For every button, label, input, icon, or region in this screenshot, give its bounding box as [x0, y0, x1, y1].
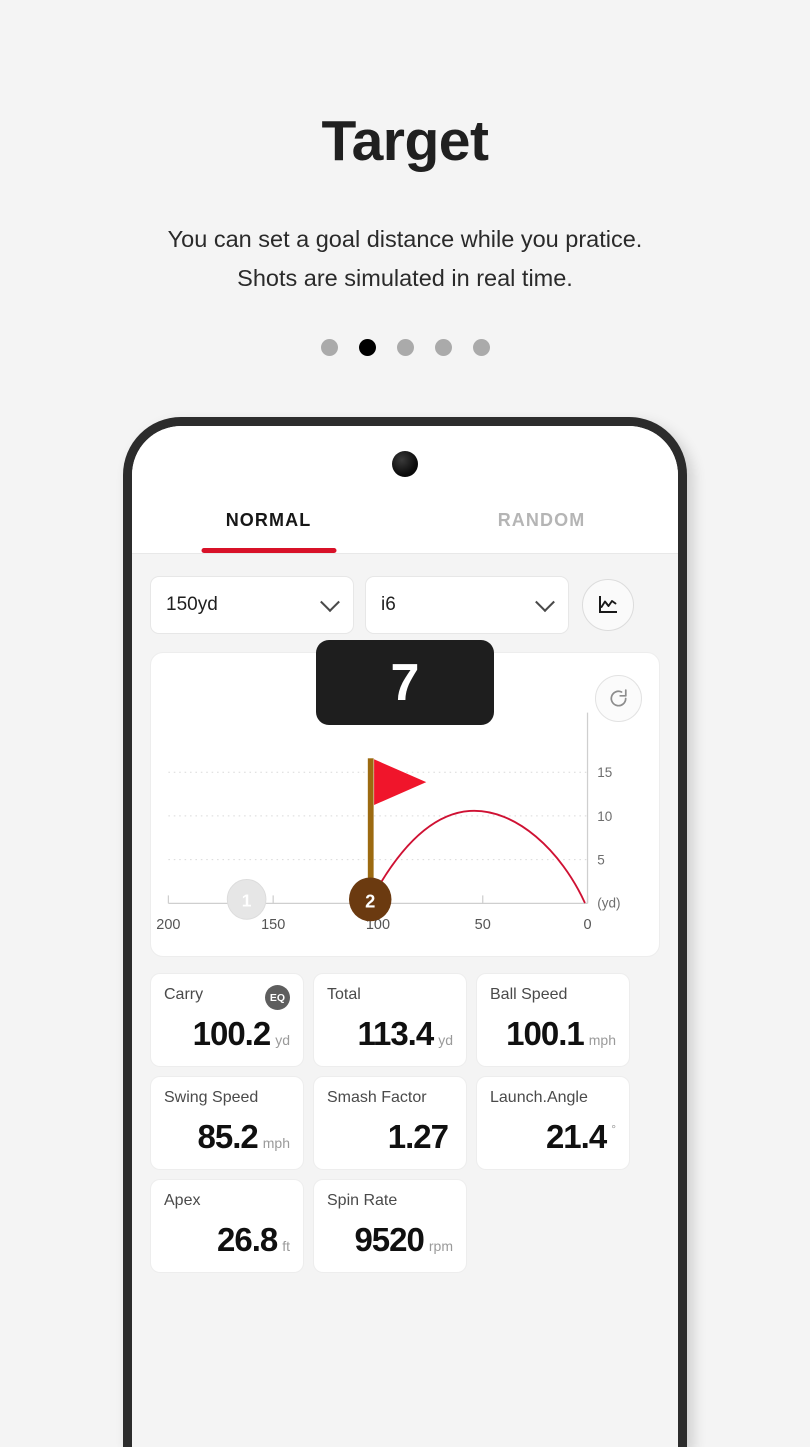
stat-card-launch-angle[interactable]: Launch.Angle 21.4 ° — [476, 1076, 630, 1170]
tab-bar: NORMAL RANDOM — [132, 488, 678, 554]
y-tick-label-10: 10 — [597, 809, 612, 824]
x-axis-unit-label: (yd) — [597, 895, 620, 910]
stat-card-apex[interactable]: Apex 26.8 ft — [150, 1179, 304, 1273]
stat-value-row: 100.2 yd — [193, 1015, 290, 1053]
shot-number-badge: 7 — [316, 640, 494, 725]
pagination-dot-4[interactable] — [434, 338, 452, 356]
x-tick-label-150: 150 — [261, 917, 285, 933]
phone-mockup: NORMAL RANDOM 150yd i6 7 15 10 5 (yd) 20… — [123, 417, 687, 1447]
stat-unit: yd — [275, 1032, 290, 1048]
chevron-down-icon — [320, 592, 340, 613]
stat-card-carry[interactable]: Carry EQ 100.2 yd — [150, 973, 304, 1067]
distance-select[interactable]: 150yd — [150, 576, 354, 634]
x-tick-label-0: 0 — [584, 917, 592, 933]
stat-unit: ° — [611, 1122, 616, 1136]
promo-subtitle-line-2: Shots are simulated in real time. — [237, 265, 573, 292]
front-camera-icon — [392, 451, 418, 477]
club-select-value: i6 — [381, 594, 396, 615]
stat-unit: mph — [588, 1032, 616, 1048]
pagination-dot-2[interactable] — [358, 338, 376, 356]
stat-value: 21.4 — [545, 1118, 607, 1155]
stat-card-ball-speed[interactable]: Ball Speed 100.1 mph — [476, 973, 630, 1067]
trajectory-line — [370, 810, 586, 904]
stat-label: Total — [327, 986, 361, 1003]
tab-normal[interactable]: NORMAL — [132, 488, 405, 553]
stats-grid: Carry EQ 100.2 yd Total 113.4 yd Ball Sp… — [132, 957, 678, 1273]
stat-value: 26.8 — [216, 1221, 278, 1258]
status-bar — [132, 426, 678, 488]
stat-value-row: 21.4 ° — [546, 1118, 616, 1156]
stat-unit: ft — [282, 1238, 290, 1254]
stat-value-row: 85.2 mph — [198, 1118, 290, 1156]
promo-subtitle: You can set a goal distance while you pr… — [0, 220, 810, 299]
stat-card-smash-factor[interactable]: Smash Factor 1.27 — [313, 1076, 467, 1170]
stat-unit: mph — [262, 1135, 290, 1151]
line-chart-icon — [599, 596, 617, 613]
stat-label: Swing Speed — [164, 1089, 259, 1106]
promo-header: Target You can set a goal distance while… — [0, 0, 810, 356]
marker-1-label: 1 — [242, 890, 252, 910]
stat-value-row: 9520 rpm — [354, 1221, 453, 1259]
reset-button[interactable] — [595, 675, 642, 722]
stat-value: 1.27 — [387, 1118, 449, 1155]
flag-icon — [374, 759, 427, 805]
y-tick-label-15: 15 — [597, 765, 612, 780]
stat-unit: yd — [438, 1032, 453, 1048]
stat-card-spin-rate[interactable]: Spin Rate 9520 rpm — [313, 1179, 467, 1273]
stat-label: Apex — [164, 1192, 201, 1209]
stat-card-total[interactable]: Total 113.4 yd — [313, 973, 467, 1067]
marker-2-label: 2 — [365, 890, 375, 911]
pagination-dot-1[interactable] — [320, 338, 338, 356]
stat-value: 100.1 — [506, 1015, 585, 1052]
y-tick-label-5: 5 — [597, 852, 605, 867]
stat-label: Launch.Angle — [490, 1089, 588, 1106]
stat-value: 113.4 — [357, 1015, 434, 1052]
pagination-dot-5[interactable] — [472, 338, 490, 356]
stat-label: Ball Speed — [490, 986, 568, 1003]
x-tick-label-200: 200 — [156, 917, 180, 933]
refresh-icon — [610, 689, 627, 707]
stat-card-swing-speed[interactable]: Swing Speed 85.2 mph — [150, 1076, 304, 1170]
eq-badge: EQ — [265, 985, 290, 1010]
distance-select-value: 150yd — [166, 594, 218, 615]
page-title: Target — [321, 109, 489, 173]
pagination-dot-3[interactable] — [396, 338, 414, 356]
stat-value: 100.2 — [192, 1015, 272, 1052]
chevron-down-icon — [535, 592, 555, 613]
trajectory-chart-card: 7 15 10 5 (yd) 200 150 100 50 0 1 2 — [150, 640, 660, 957]
stat-value-row: 26.8 ft — [217, 1221, 290, 1259]
stat-value-row: 100.1 mph — [506, 1015, 616, 1053]
stat-value: 9520 — [354, 1221, 424, 1258]
stat-value-row: 113.4 yd — [357, 1015, 453, 1053]
stat-value: 85.2 — [197, 1118, 259, 1155]
stat-label: Smash Factor — [327, 1089, 427, 1106]
promo-subtitle-line-1: You can set a goal distance while you pr… — [167, 225, 643, 252]
phone-screen: NORMAL RANDOM 150yd i6 7 15 10 5 (yd) 20… — [132, 426, 678, 1447]
chart-toggle-button[interactable] — [582, 579, 634, 631]
stat-value-row: 1.27 — [388, 1118, 453, 1156]
tab-random[interactable]: RANDOM — [405, 488, 678, 553]
x-tick-label-50: 50 — [475, 917, 491, 933]
stat-label: Spin Rate — [327, 1192, 398, 1209]
carousel-pagination-dots[interactable] — [0, 338, 810, 356]
club-select[interactable]: i6 — [365, 576, 569, 634]
stat-unit: rpm — [428, 1238, 453, 1254]
controls-row: 150yd i6 — [132, 554, 678, 634]
